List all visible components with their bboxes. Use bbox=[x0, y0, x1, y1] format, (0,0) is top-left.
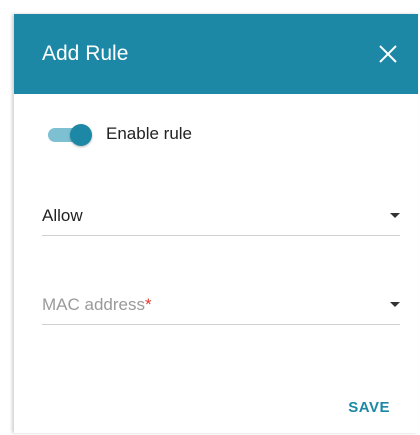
add-rule-dialog: Add Rule Enable rule Allow MAC address* bbox=[14, 14, 418, 433]
close-button[interactable] bbox=[374, 40, 402, 68]
enable-rule-toggle-row[interactable]: Enable rule bbox=[46, 118, 192, 150]
close-icon bbox=[379, 45, 397, 63]
toggle-thumb bbox=[70, 124, 92, 146]
page: Add Rule Enable rule Allow MAC address* bbox=[0, 0, 420, 435]
save-button[interactable]: SAVE bbox=[348, 399, 390, 416]
chevron-down-icon bbox=[390, 213, 400, 218]
dialog-title: Add Rule bbox=[42, 42, 129, 65]
enable-rule-toggle[interactable] bbox=[46, 122, 92, 146]
required-mark: * bbox=[144, 295, 152, 314]
mac-address-placeholder: MAC address* bbox=[42, 295, 152, 315]
action-select[interactable]: Allow bbox=[42, 195, 400, 236]
mac-address-placeholder-text: MAC address bbox=[42, 295, 145, 314]
chevron-down-icon bbox=[390, 302, 400, 307]
enable-rule-label: Enable rule bbox=[106, 124, 193, 143]
dialog-header: Add Rule bbox=[14, 14, 418, 94]
action-select-value: Allow bbox=[42, 206, 83, 225]
mac-address-select[interactable]: MAC address* bbox=[42, 284, 400, 325]
